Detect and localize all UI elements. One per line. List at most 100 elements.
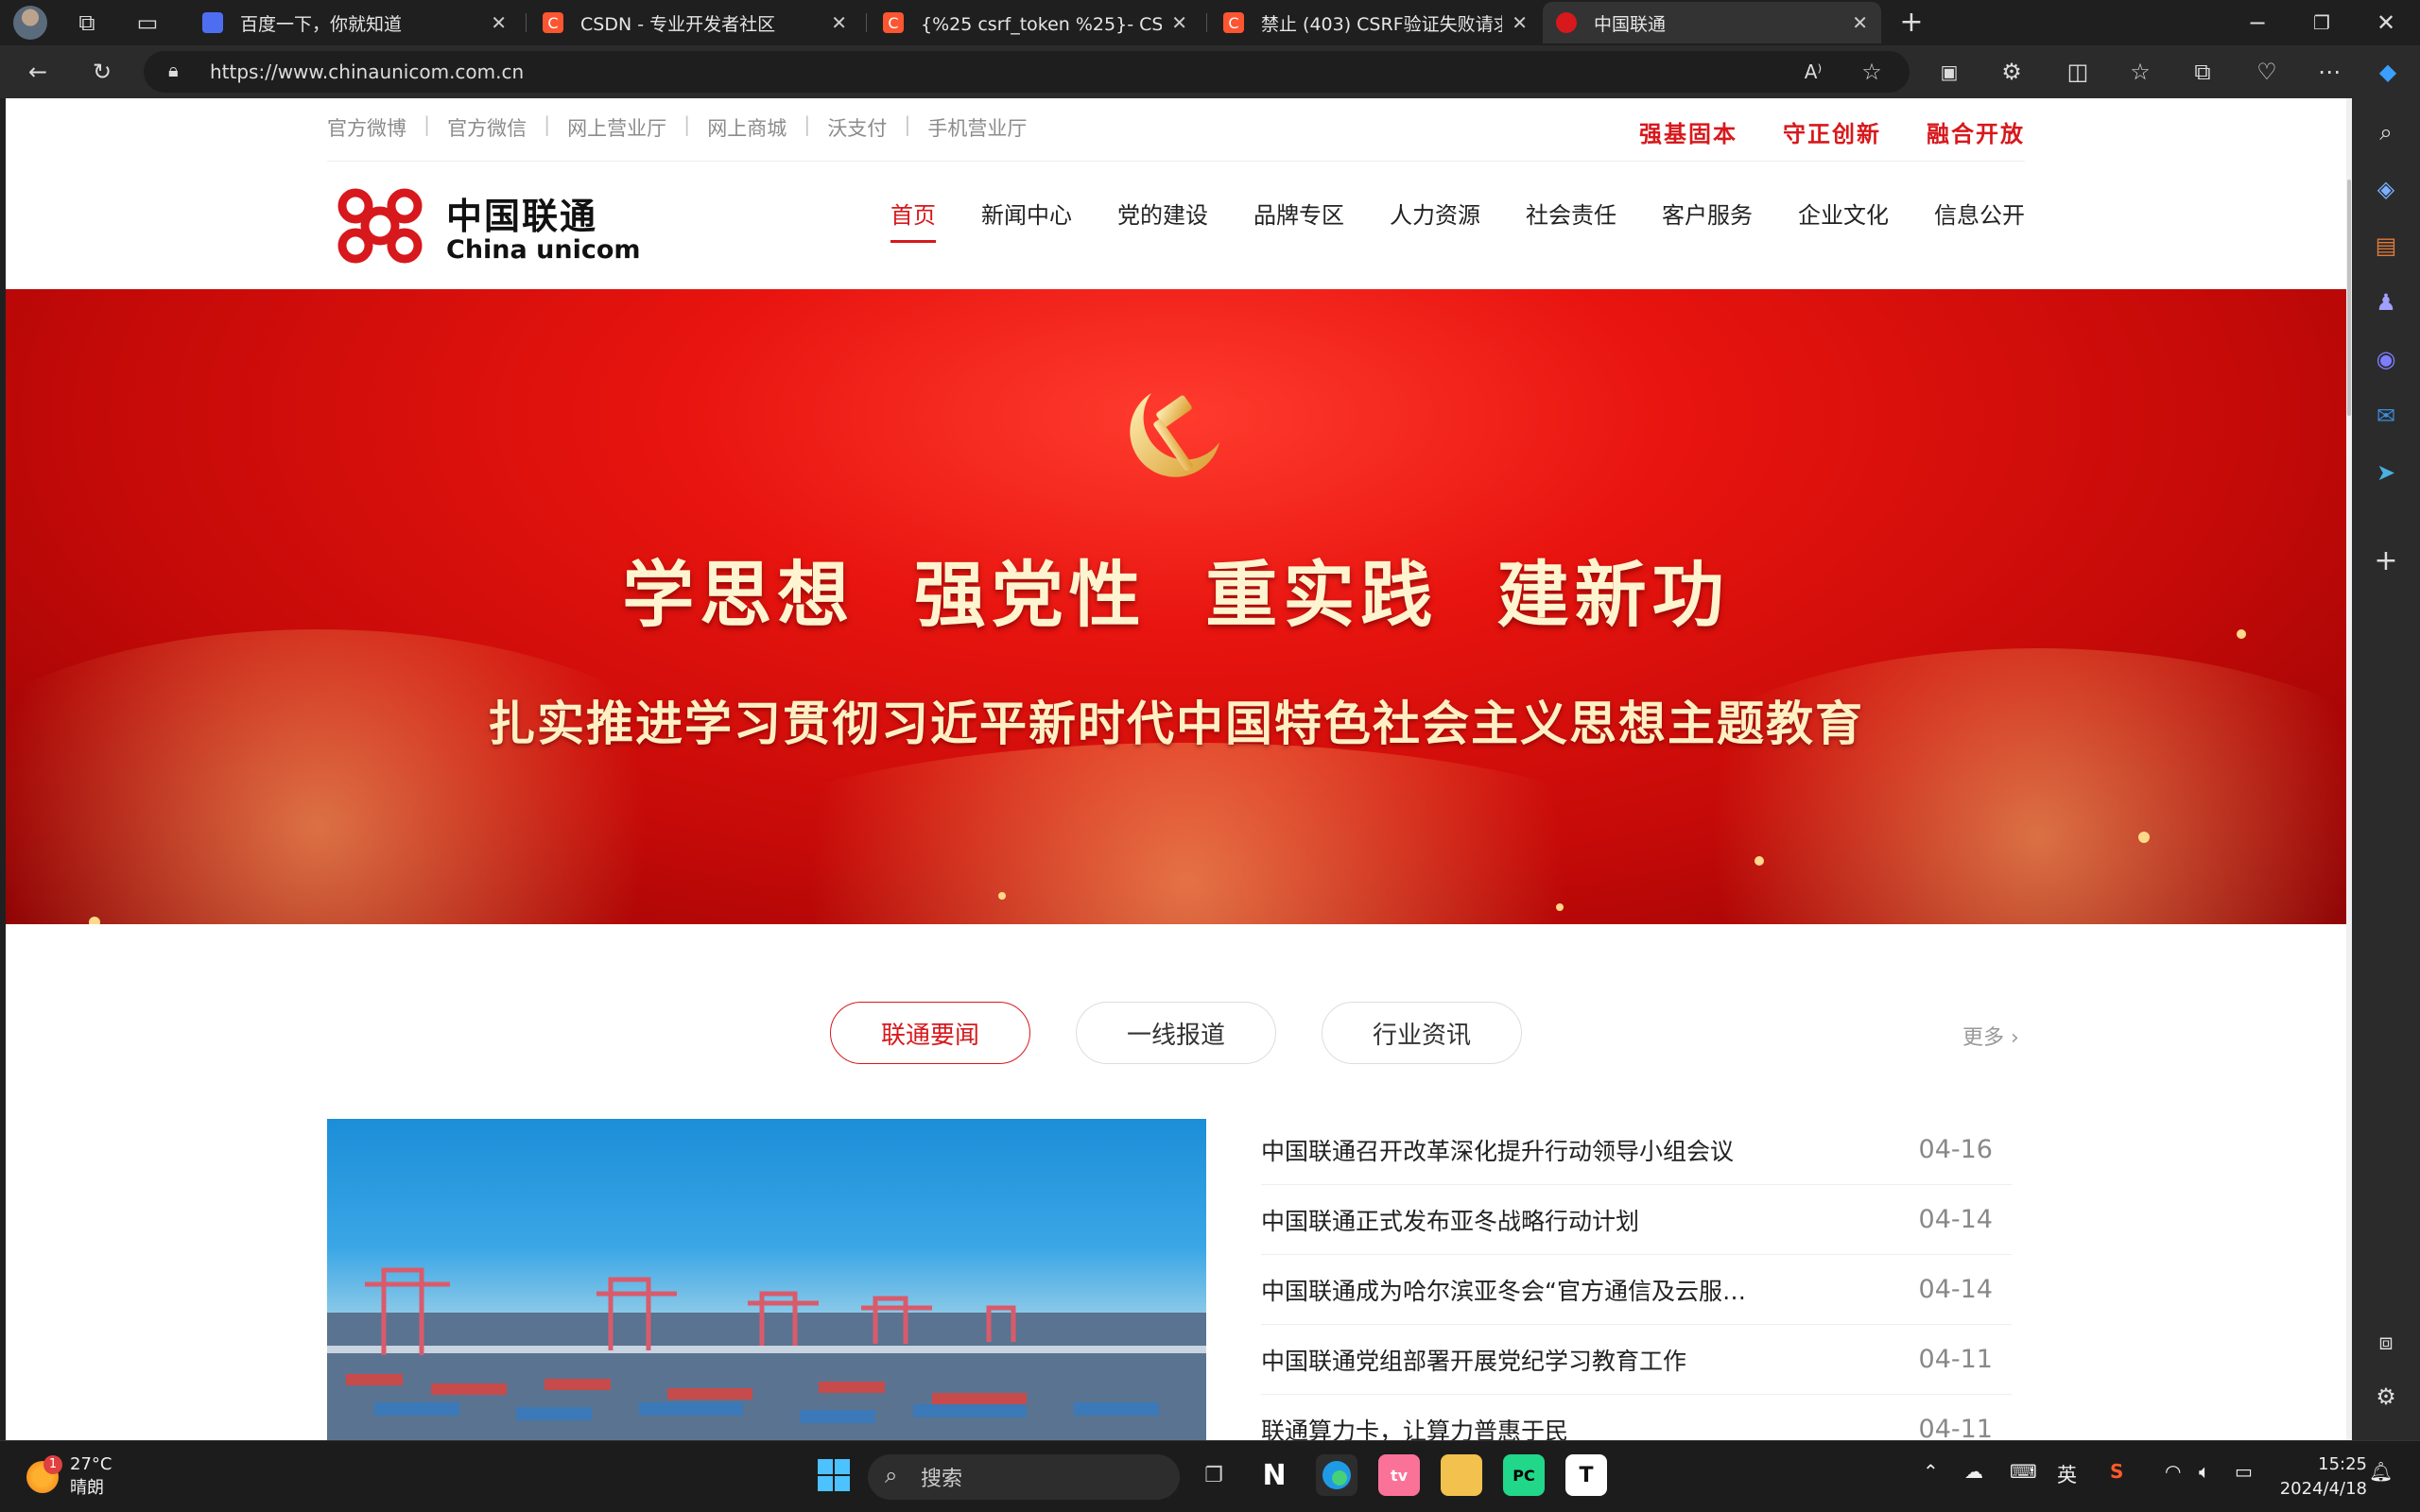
tab-frontline-reports[interactable]: 一线报道: [1076, 1002, 1276, 1064]
hero-banner[interactable]: 学思想 强党性 重实践 建新功 扎实推进学习贯彻习近平新时代中国特色社会主义思想…: [6, 289, 2346, 924]
ime-indicator[interactable]: 英: [2057, 1460, 2077, 1488]
browser-essentials-icon[interactable]: ♡: [2248, 53, 2286, 91]
news-item[interactable]: 中国联通党组部署开展党纪学习教育工作 04-11: [1261, 1325, 2012, 1395]
nav-brand[interactable]: 品牌专区: [1253, 197, 1344, 243]
link-wechat[interactable]: 官方微信: [447, 113, 527, 142]
battery-icon[interactable]: ▭: [2235, 1460, 2253, 1483]
tab-baidu[interactable]: 百度一下，你就知道 ✕: [189, 2, 520, 43]
games-icon[interactable]: ♟: [2367, 284, 2405, 321]
close-tab-icon[interactable]: ✕: [1512, 11, 1528, 34]
banner-sparkle: [89, 917, 100, 924]
tools-icon[interactable]: ▤: [2367, 227, 2405, 265]
nav-news-center[interactable]: 新闻中心: [981, 197, 1072, 243]
onedrive-icon[interactable]: ☁: [1964, 1460, 1983, 1483]
file-explorer-icon[interactable]: [1441, 1454, 1482, 1496]
show-hidden-icons[interactable]: ⌃: [1923, 1460, 1939, 1483]
news-item[interactable]: 中国联通成为哈尔滨亚冬会“官方通信及云服… 04-14: [1261, 1255, 2012, 1325]
page-scroll-thumb[interactable]: [2347, 180, 2351, 416]
screenshot-icon[interactable]: ⧈: [2367, 1323, 2405, 1361]
close-window-icon[interactable]: ✕: [2367, 4, 2405, 42]
tab-chinaunicom[interactable]: 中国联通 ✕: [1543, 2, 1881, 43]
link-weibo[interactable]: 官方微博: [327, 113, 406, 142]
more-menu-icon[interactable]: ⋯: [2310, 53, 2348, 91]
pycharm-icon[interactable]: PC: [1503, 1454, 1545, 1496]
copilot-sidebar-icon[interactable]: ◉: [2367, 340, 2405, 378]
restore-icon[interactable]: ❐: [2303, 4, 2341, 42]
nav-info-disclosure[interactable]: 信息公开: [1934, 197, 2025, 243]
shopping-tag-icon[interactable]: ◈: [2367, 170, 2405, 208]
split-screen-icon[interactable]: ◫: [2059, 53, 2097, 91]
wifi-icon[interactable]: ◠: [2165, 1460, 2181, 1483]
slide-dot[interactable]: [983, 987, 1051, 992]
banner-glow: [6, 629, 743, 924]
start-icon[interactable]: [813, 1454, 855, 1496]
add-sidebar-app-icon[interactable]: +: [2367, 542, 2405, 580]
close-tab-icon[interactable]: ✕: [1852, 11, 1868, 34]
profile-avatar[interactable]: [13, 6, 47, 40]
weather-widget[interactable]: 1 27°C 晴朗: [26, 1454, 112, 1499]
close-tab-icon[interactable]: ✕: [1171, 11, 1187, 34]
tab-industry-news[interactable]: 行业资讯: [1322, 1002, 1522, 1064]
copilot-icon[interactable]: ◆: [2369, 53, 2407, 91]
tab-csdn[interactable]: C CSDN - 专业开发者社区 ✕: [529, 2, 860, 43]
site-logo[interactable]: 中国联通 China unicom: [327, 183, 641, 268]
news-item[interactable]: 中国联通正式发布亚冬战略行动计划 04-14: [1261, 1185, 2012, 1255]
clock[interactable]: 15:25 2024/4/18: [2280, 1452, 2367, 1502]
slide-dot[interactable]: [1063, 987, 1131, 992]
workspaces-icon[interactable]: ⧉: [68, 4, 106, 42]
edge-icon[interactable]: [1316, 1454, 1357, 1496]
collections-icon[interactable]: ⧉: [2184, 53, 2221, 91]
tab-unicom-news[interactable]: 联通要闻: [830, 1002, 1030, 1064]
minimize-icon[interactable]: −: [2238, 4, 2276, 42]
nav-customer-service[interactable]: 客户服务: [1662, 197, 1753, 243]
notion-icon[interactable]: N: [1253, 1454, 1295, 1496]
typora-icon[interactable]: T: [1565, 1454, 1607, 1496]
task-view-icon[interactable]: ❐: [1193, 1454, 1235, 1496]
outlook-icon[interactable]: ✉: [2367, 397, 2405, 435]
address-bar[interactable]: 🔒︎ https://www.chinaunicom.com.cn A⁾ ☆: [144, 51, 1910, 93]
slide-dot[interactable]: [1301, 987, 1369, 992]
bilibili-icon[interactable]: tv: [1378, 1454, 1420, 1496]
link-online-mall[interactable]: 网上商城: [707, 113, 786, 142]
slide-dot[interactable]: [1221, 987, 1289, 992]
slide-dot[interactable]: [904, 987, 972, 992]
taskbar-search[interactable]: ⌕ 搜索: [868, 1454, 1180, 1500]
news-photo[interactable]: [327, 1119, 1206, 1440]
more-link[interactable]: 更多 ›: [1962, 1021, 2019, 1051]
news-item[interactable]: 中国联通召开改革深化提升行动领导小组会议 04-16: [1261, 1115, 2012, 1185]
tab-csrf-403[interactable]: C 禁止 (403) CSRF验证失败请求中 ✕: [1210, 2, 1541, 43]
volume-icon[interactable]: 🔈︎: [2199, 1460, 2210, 1483]
favorites-icon[interactable]: ☆: [2121, 53, 2159, 91]
news-item[interactable]: 联通算力卡，让算力普惠于民 04-11: [1261, 1395, 2012, 1440]
sidebar-settings-icon[interactable]: ⚙︎: [2367, 1378, 2405, 1416]
keyboard-icon[interactable]: ⌨: [2010, 1460, 2037, 1483]
nav-party-building[interactable]: 党的建设: [1117, 197, 1208, 243]
close-tab-icon[interactable]: ✕: [491, 11, 507, 34]
slide-dot[interactable]: [1142, 987, 1210, 992]
sogou-icon[interactable]: S: [2110, 1460, 2123, 1483]
tab-csdn-search[interactable]: C {%25 csrf_token %25}- CSDN搜索 ✕: [870, 2, 1201, 43]
read-aloud-icon[interactable]: A⁾: [1794, 53, 1832, 91]
extensions-icon[interactable]: ⚙︎: [1993, 53, 2031, 91]
party-emblem-icon: [1130, 393, 1219, 477]
close-tab-icon[interactable]: ✕: [831, 11, 847, 34]
immersive-reader-icon[interactable]: ▣: [1930, 53, 1968, 91]
back-icon[interactable]: ←: [19, 53, 57, 91]
link-wo-pay[interactable]: 沃支付: [827, 113, 887, 142]
drop-icon[interactable]: ➤: [2367, 454, 2405, 491]
link-online-hall[interactable]: 网上营业厅: [567, 113, 666, 142]
nav-social-responsibility[interactable]: 社会责任: [1526, 197, 1616, 243]
tab-actions-icon[interactable]: ▭: [129, 4, 166, 42]
refresh-icon[interactable]: ↻: [83, 53, 121, 91]
slide-dot[interactable]: [1380, 987, 1448, 992]
nav-home[interactable]: 首页: [890, 197, 936, 243]
notification-badge: 1: [43, 1454, 62, 1474]
notifications-bell-icon[interactable]: 🔔︎: [2369, 1460, 2393, 1483]
nav-hr[interactable]: 人力资源: [1390, 197, 1480, 243]
favorite-star-icon[interactable]: ☆: [1853, 53, 1891, 91]
nav-corporate-culture[interactable]: 企业文化: [1798, 197, 1889, 243]
search-icon[interactable]: ⌕: [2367, 113, 2405, 151]
link-mobile-hall[interactable]: 手机营业厅: [927, 113, 1027, 142]
new-tab-icon[interactable]: +: [1893, 4, 1930, 42]
main-nav: 首页 新闻中心 党的建设 品牌专区 人力资源 社会责任 客户服务 企业文化 信息…: [845, 197, 2025, 243]
